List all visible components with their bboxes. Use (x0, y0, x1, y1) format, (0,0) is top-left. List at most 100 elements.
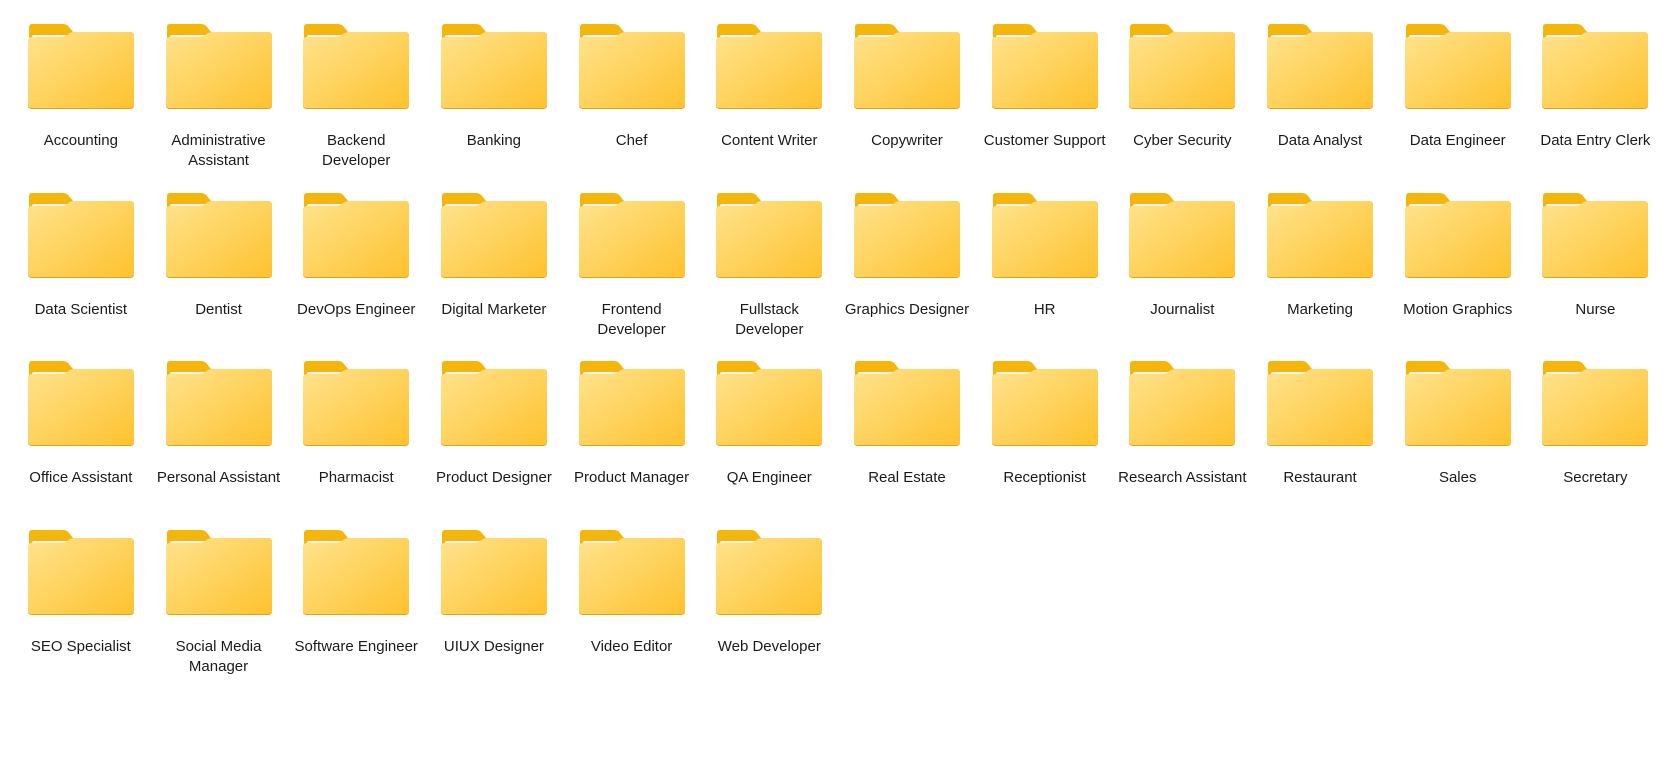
folder-restaurant[interactable]: Restaurant (1251, 360, 1389, 529)
folder-label: Video Editor (590, 637, 673, 655)
folder-icon (1266, 360, 1374, 446)
folder-dentist[interactable]: Dentist (150, 192, 288, 361)
folder-label: Graphics Designer (844, 300, 970, 318)
folder-icon (1404, 192, 1512, 278)
folder-label: Dentist (195, 300, 242, 318)
folder-customer-support[interactable]: Customer Support (976, 23, 1114, 192)
folder-content-writer[interactable]: Content Writer (700, 23, 838, 192)
folder-chef[interactable]: Chef (563, 23, 701, 192)
folder-journalist[interactable]: Journalist (1114, 192, 1252, 361)
folder-backend-developer[interactable]: Backend Developer (287, 23, 425, 192)
folder-icon (302, 360, 410, 446)
folder-label: Fullstack Developer (735, 300, 804, 338)
folder-icon (27, 529, 135, 615)
folder-label: Web Developer (717, 637, 821, 655)
folder-icon (27, 360, 135, 446)
folder-receptionist[interactable]: Receptionist (976, 360, 1114, 529)
folder-icon (1266, 23, 1374, 109)
folder-cyber-security[interactable]: Cyber Security (1114, 23, 1252, 192)
folder-label: Sales (1438, 469, 1477, 486)
folder-label: Data Analyst (1277, 132, 1363, 149)
folder-grid: Accounting Administrative Assistant Back… (12, 23, 1664, 697)
folder-icon (27, 192, 135, 278)
folder-icon (578, 529, 686, 615)
folder-banking[interactable]: Banking (425, 23, 563, 192)
folder-label: Data Engineer (1409, 132, 1506, 149)
folder-seo-specialist[interactable]: SEO Specialist (12, 529, 150, 698)
folder-administrative-assistant[interactable]: Administrative Assistant (150, 23, 288, 192)
folder-icon (853, 192, 961, 278)
folder-label: Research Assistant (1118, 469, 1247, 486)
folder-data-entry-clerk[interactable]: Data Entry Clerk (1527, 23, 1664, 192)
folder-icon (302, 529, 410, 615)
folder-icon (1266, 192, 1374, 278)
folder-secretary[interactable]: Secretary (1527, 360, 1664, 529)
folder-label: Copywriter (871, 132, 943, 149)
folder-icon (578, 23, 686, 109)
folder-qa-engineer[interactable]: QA Engineer (700, 360, 838, 529)
folder-icon (715, 360, 823, 446)
folder-icon (715, 529, 823, 615)
folder-icon (1128, 192, 1236, 278)
folder-label: DevOps Engineer (297, 300, 416, 318)
folder-hr[interactable]: HR (976, 192, 1114, 361)
folder-label: Software Engineer (294, 637, 418, 655)
folder-sales[interactable]: Sales (1389, 360, 1527, 529)
folder-data-scientist[interactable]: Data Scientist (12, 192, 150, 361)
folder-graphics-designer[interactable]: Graphics Designer (838, 192, 976, 361)
folder-marketing[interactable]: Marketing (1251, 192, 1389, 361)
folder-label: Cyber Security (1133, 132, 1232, 149)
folder-social-media-manager[interactable]: Social Media Manager (150, 529, 288, 698)
folder-accounting[interactable]: Accounting (12, 23, 150, 192)
folder-icon (991, 360, 1099, 446)
folder-icon (853, 360, 961, 446)
folder-data-analyst[interactable]: Data Analyst (1251, 23, 1389, 192)
folder-label: Banking (466, 132, 522, 149)
folder-icon (578, 360, 686, 446)
folder-video-editor[interactable]: Video Editor (563, 529, 701, 698)
folder-frontend-developer[interactable]: Frontend Developer (563, 192, 701, 361)
folder-data-engineer[interactable]: Data Engineer (1389, 23, 1527, 192)
folder-label: QA Engineer (726, 469, 812, 486)
folder-label: Restaurant (1283, 469, 1357, 486)
folder-label: Receptionist (1003, 469, 1086, 486)
folder-icon (1128, 360, 1236, 446)
folder-icon (1404, 360, 1512, 446)
folder-fullstack-developer[interactable]: Fullstack Developer (700, 192, 838, 361)
folder-office-assistant[interactable]: Office Assistant (12, 360, 150, 529)
folder-web-developer[interactable]: Web Developer (700, 529, 838, 698)
folder-icon (165, 529, 273, 615)
folder-label: Data Scientist (34, 300, 128, 318)
folder-real-estate[interactable]: Real Estate (838, 360, 976, 529)
folder-uiux-designer[interactable]: UIUX Designer (425, 529, 563, 698)
folder-digital-marketer[interactable]: Digital Marketer (425, 192, 563, 361)
folder-label: Content Writer (721, 132, 818, 149)
folder-motion-graphics[interactable]: Motion Graphics (1389, 192, 1527, 361)
folder-label: Marketing (1287, 300, 1353, 318)
folder-product-designer[interactable]: Product Designer (425, 360, 563, 529)
folder-software-engineer[interactable]: Software Engineer (287, 529, 425, 698)
folder-pharmacist[interactable]: Pharmacist (287, 360, 425, 529)
folder-label: Frontend Developer (597, 300, 666, 338)
folder-label: Office Assistant (29, 469, 133, 486)
folder-personal-assistant[interactable]: Personal Assistant (150, 360, 288, 529)
folder-icon (1541, 23, 1649, 109)
folder-product-manager[interactable]: Product Manager (563, 360, 701, 529)
folder-icon (302, 192, 410, 278)
folder-nurse[interactable]: Nurse (1527, 192, 1664, 361)
folder-icon (165, 360, 273, 446)
folder-icon (302, 23, 410, 109)
folder-label: Secretary (1563, 469, 1628, 486)
folder-label: SEO Specialist (30, 637, 131, 655)
folder-label: Customer Support (983, 132, 1106, 149)
folder-label: Administrative Assistant (171, 132, 266, 169)
folder-research-assistant[interactable]: Research Assistant (1114, 360, 1252, 529)
folder-icon (440, 23, 548, 109)
folder-copywriter[interactable]: Copywriter (838, 23, 976, 192)
folder-icon (715, 23, 823, 109)
folder-icon (1541, 192, 1649, 278)
folder-icon (27, 23, 135, 109)
folder-devops-engineer[interactable]: DevOps Engineer (287, 192, 425, 361)
folder-label: Product Designer (435, 469, 552, 486)
folder-icon (1404, 23, 1512, 109)
